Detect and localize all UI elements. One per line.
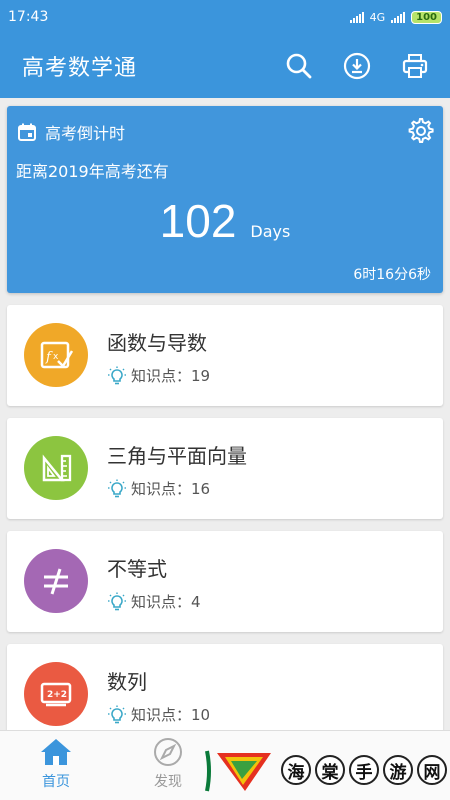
- search-button[interactable]: [284, 51, 314, 81]
- knowledge-count: 知识点：10: [131, 706, 211, 724]
- topic-name: 三角与平面向量: [107, 444, 247, 468]
- home-icon: [41, 739, 71, 765]
- nav-item-home[interactable]: 首页: [26, 737, 86, 791]
- status-icons: 4G 100: [349, 10, 442, 24]
- topic-badge: 2+2: [24, 662, 88, 726]
- ruler-triangle-icon: [42, 454, 72, 482]
- svg-text:f: f: [45, 350, 53, 365]
- topic-name: 函数与导数: [107, 331, 207, 355]
- knowledge-count: 知识点：4: [131, 593, 201, 611]
- days-unit: Days: [250, 222, 291, 241]
- nav-item-discover[interactable]: 发现: [138, 737, 198, 791]
- watermark: 海 棠 手 游 网: [205, 740, 450, 800]
- watermark-char: 棠: [315, 755, 345, 785]
- compass-icon: [154, 738, 182, 766]
- watermark-char: 游: [383, 755, 413, 785]
- topic-badge: fx: [24, 323, 88, 387]
- topic-card-inequality[interactable]: 不等式 知识点：4: [7, 531, 443, 632]
- watermark-text: 海 棠 手 游 网: [281, 755, 447, 785]
- network-label: 4G: [369, 10, 386, 24]
- topic-badge: [24, 436, 88, 500]
- status-time: 17:43: [8, 9, 49, 25]
- lightbulb-icon: [108, 366, 126, 384]
- knowledge-count: 知识点：16: [131, 480, 211, 498]
- signal-icon: [349, 11, 364, 23]
- nav-label-discover: 发现: [154, 774, 182, 790]
- board-icon: 2+2: [40, 682, 72, 707]
- topic-meta: 知识点：16: [107, 478, 210, 499]
- svg-text:2+2: 2+2: [47, 690, 67, 700]
- days-number: 102: [159, 195, 237, 247]
- watermark-char: 网: [417, 755, 447, 785]
- app-bar: 高考数学通: [0, 34, 450, 98]
- topic-meta: 知识点：4: [107, 591, 201, 612]
- signal-icon-2: [391, 11, 406, 23]
- topic-card-functions[interactable]: fx 函数与导数 知识点：19: [7, 305, 443, 406]
- countdown-card[interactable]: 高考倒计时 距离2019年高考还有 102 Days 6时16分6秒: [7, 106, 443, 293]
- lightbulb-icon: [108, 592, 126, 610]
- topic-badge: [24, 549, 88, 613]
- topic-name: 数列: [107, 670, 147, 694]
- watermark-logo: [205, 750, 271, 792]
- topic-meta: 知识点：10: [107, 704, 210, 725]
- topic-name: 不等式: [107, 557, 167, 581]
- calendar-icon: [18, 123, 36, 141]
- countdown-heading: 高考倒计时: [45, 124, 126, 143]
- lightbulb-icon: [108, 479, 126, 497]
- download-button[interactable]: [342, 51, 372, 81]
- app-title: 高考数学通: [22, 56, 138, 81]
- status-bar: 17:43 4G 100: [0, 0, 450, 34]
- watermark-char: 海: [281, 755, 311, 785]
- topic-meta: 知识点：19: [107, 365, 210, 386]
- not-equal-icon: [44, 568, 68, 595]
- function-icon: fx: [40, 341, 74, 369]
- print-button[interactable]: [400, 51, 430, 81]
- svg-text:x: x: [53, 352, 59, 362]
- download-icon: [343, 52, 371, 80]
- nav-label-home: 首页: [42, 774, 70, 790]
- gear-icon[interactable]: [405, 116, 435, 146]
- countdown-timer: 6时16分6秒: [353, 267, 431, 283]
- watermark-char: 手: [349, 755, 379, 785]
- days-display: 102 Days: [7, 194, 443, 248]
- topic-card-trigonometry[interactable]: 三角与平面向量 知识点：16: [7, 418, 443, 519]
- countdown-subtitle: 距离2019年高考还有: [16, 162, 169, 181]
- printer-icon: [402, 54, 428, 78]
- countdown-header: 高考倒计时: [17, 120, 125, 144]
- lightbulb-icon: [108, 705, 126, 723]
- search-icon: [286, 53, 312, 79]
- battery-icon: 100: [411, 10, 442, 24]
- knowledge-count: 知识点：19: [131, 367, 211, 385]
